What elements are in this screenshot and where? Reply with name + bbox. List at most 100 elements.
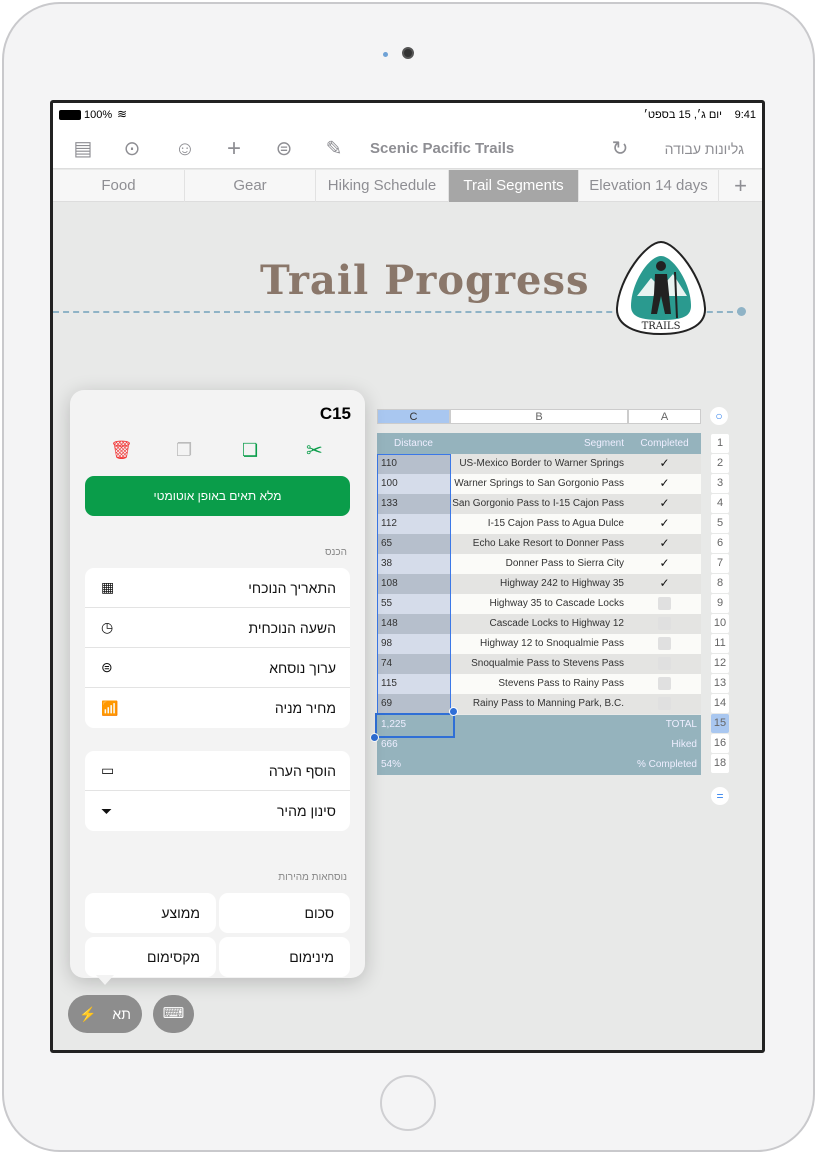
cut-icon[interactable]: ✂ bbox=[306, 438, 323, 463]
tab-gear[interactable]: Gear bbox=[185, 170, 316, 202]
checkbox-unchecked[interactable] bbox=[658, 596, 671, 610]
row-header[interactable]: 13 bbox=[711, 674, 729, 693]
segment-cell[interactable]: Stevens Pass to Rainy Pass bbox=[450, 674, 628, 694]
column-header-a[interactable]: A bbox=[628, 409, 701, 424]
segment-cell[interactable]: Cascade Locks to Highway 12 bbox=[450, 614, 628, 634]
quick-minimum-button[interactable]: מינימום bbox=[219, 937, 350, 977]
tab-elevation[interactable]: Elevation 14 days bbox=[579, 170, 719, 202]
home-button[interactable] bbox=[380, 1075, 436, 1131]
completed-cell[interactable] bbox=[628, 634, 701, 654]
completed-cell[interactable]: ✓ bbox=[628, 454, 701, 474]
row-header[interactable]: 15 bbox=[711, 714, 729, 733]
completed-cell[interactable]: ✓ bbox=[628, 534, 701, 554]
line-handle[interactable] bbox=[737, 307, 746, 316]
paste-icon[interactable]: ❏ bbox=[242, 440, 258, 461]
selection-handle[interactable] bbox=[449, 707, 458, 716]
segment-cell[interactable]: San Gorgonio Pass to I-15 Cajon Pass bbox=[450, 494, 628, 514]
segment-cell[interactable]: Rainy Pass to Manning Park, B.C. bbox=[450, 694, 628, 714]
row-header[interactable]: 7 bbox=[711, 554, 729, 573]
insert-current-date[interactable]: התאריך הנוכחי ▦ bbox=[85, 568, 350, 608]
edit-formula[interactable]: ערוך נוסחא ⊜ bbox=[85, 648, 350, 688]
checkbox-checked[interactable]: ✓ bbox=[658, 476, 671, 490]
checkbox-checked[interactable]: ✓ bbox=[658, 576, 671, 590]
completed-cell[interactable]: ✓ bbox=[628, 554, 701, 574]
completed-cell[interactable]: ✓ bbox=[628, 514, 701, 534]
document-view-icon[interactable]: ▤ bbox=[71, 137, 95, 161]
add-comment[interactable]: הוסף הערה ▭ bbox=[85, 751, 350, 791]
row-header[interactable]: 4 bbox=[711, 494, 729, 513]
spreadsheets-back-button[interactable]: גליונות עבודה bbox=[665, 141, 744, 157]
stock-price[interactable]: מחיר מניה 📶 bbox=[85, 688, 350, 728]
checkbox-unchecked[interactable] bbox=[658, 656, 671, 670]
row-header[interactable]: 10 bbox=[711, 614, 729, 633]
collaborate-icon[interactable]: ☺ bbox=[173, 137, 197, 161]
row-header[interactable]: 6 bbox=[711, 534, 729, 553]
row-header[interactable]: 11 bbox=[711, 634, 729, 653]
segment-cell[interactable]: Snoqualmie Pass to Stevens Pass bbox=[450, 654, 628, 674]
summary-row[interactable]: 666 Hiked bbox=[377, 735, 701, 755]
segment-cell[interactable]: Warner Springs to San Gorgonio Pass bbox=[450, 474, 628, 494]
keyboard-button[interactable]: ⌨ bbox=[153, 995, 194, 1033]
completed-cell[interactable]: ✓ bbox=[628, 474, 701, 494]
add-sheet-button[interactable]: + bbox=[719, 170, 762, 202]
checkbox-checked[interactable]: ✓ bbox=[658, 516, 671, 530]
checkbox-unchecked[interactable] bbox=[658, 676, 671, 690]
cell-actions-button[interactable]: תא ⚡ bbox=[68, 995, 142, 1033]
quick-filter[interactable]: סינון מהיר ⏷ bbox=[85, 791, 350, 831]
completed-cell[interactable] bbox=[628, 694, 701, 714]
checkbox-checked[interactable]: ✓ bbox=[658, 496, 671, 510]
tab-food[interactable]: Food bbox=[53, 170, 185, 202]
row-header[interactable]: 2 bbox=[711, 454, 729, 473]
add-icon[interactable]: + bbox=[222, 137, 246, 161]
quick-maximum-button[interactable]: מקסימום bbox=[85, 937, 216, 977]
paintbrush-icon[interactable]: ✎ bbox=[322, 137, 346, 161]
selection-handle[interactable] bbox=[370, 733, 379, 742]
row-header[interactable]: 1 bbox=[711, 434, 729, 453]
completed-cell[interactable]: ✓ bbox=[628, 494, 701, 514]
quick-average-button[interactable]: ממוצע bbox=[85, 893, 216, 933]
completed-cell[interactable]: ✓ bbox=[628, 574, 701, 594]
row-header[interactable]: 14 bbox=[711, 694, 729, 713]
tab-trail-segments[interactable]: Trail Segments bbox=[449, 170, 579, 202]
more-icon[interactable]: ⊙ bbox=[120, 137, 144, 161]
summary-row[interactable]: 54% % Completed bbox=[377, 755, 701, 775]
selected-cell-c15[interactable] bbox=[375, 713, 455, 738]
delete-icon[interactable]: 🗑 bbox=[110, 440, 133, 461]
completed-cell[interactable] bbox=[628, 594, 701, 614]
insert-current-time[interactable]: השעה הנוכחית ◷ bbox=[85, 608, 350, 648]
row-header[interactable]: 18 bbox=[711, 754, 729, 773]
row-header[interactable]: 5 bbox=[711, 514, 729, 533]
completed-cell[interactable] bbox=[628, 674, 701, 694]
segment-cell[interactable]: Highway 12 to Snoqualmie Pass bbox=[450, 634, 628, 654]
segment-cell[interactable]: Highway 242 to Highway 35 bbox=[450, 574, 628, 594]
row-header[interactable]: 16 bbox=[711, 734, 729, 753]
checkbox-unchecked[interactable] bbox=[658, 636, 671, 650]
quick-sum-button[interactable]: סכום bbox=[219, 893, 350, 933]
row-header[interactable]: 9 bbox=[711, 594, 729, 613]
row-header[interactable]: 3 bbox=[711, 474, 729, 493]
format-icon[interactable]: ⊜ bbox=[272, 137, 296, 161]
select-all-icon[interactable]: ○ bbox=[710, 407, 728, 425]
checkbox-unchecked[interactable] bbox=[658, 616, 671, 630]
segment-cell[interactable]: Highway 35 to Cascade Locks bbox=[450, 594, 628, 614]
calendar-icon: ▦ bbox=[101, 579, 115, 595]
row-header[interactable]: 8 bbox=[711, 574, 729, 593]
add-row-handle[interactable]: = bbox=[711, 787, 729, 805]
copy-icon[interactable]: ❐ bbox=[176, 440, 192, 461]
completed-cell[interactable] bbox=[628, 614, 701, 634]
segment-cell[interactable]: US-Mexico Border to Warner Springs bbox=[450, 454, 628, 474]
autofill-button[interactable]: מלא תאים באופן אוטומטי bbox=[85, 476, 350, 516]
segment-cell[interactable]: Donner Pass to Sierra City bbox=[450, 554, 628, 574]
column-header-b[interactable]: B bbox=[450, 409, 628, 424]
row-header[interactable]: 12 bbox=[711, 654, 729, 673]
segment-cell[interactable]: Echo Lake Resort to Donner Pass bbox=[450, 534, 628, 554]
checkbox-checked[interactable]: ✓ bbox=[658, 536, 671, 550]
segment-cell[interactable]: I-15 Cajon Pass to Agua Dulce bbox=[450, 514, 628, 534]
completed-cell[interactable] bbox=[628, 654, 701, 674]
tab-hiking-schedule[interactable]: Hiking Schedule bbox=[316, 170, 449, 202]
checkbox-unchecked[interactable] bbox=[658, 696, 671, 710]
undo-icon[interactable]: ↻ bbox=[608, 137, 632, 161]
checkbox-checked[interactable]: ✓ bbox=[658, 456, 671, 470]
checkbox-checked[interactable]: ✓ bbox=[658, 556, 671, 570]
column-header-c[interactable]: C bbox=[377, 409, 450, 424]
